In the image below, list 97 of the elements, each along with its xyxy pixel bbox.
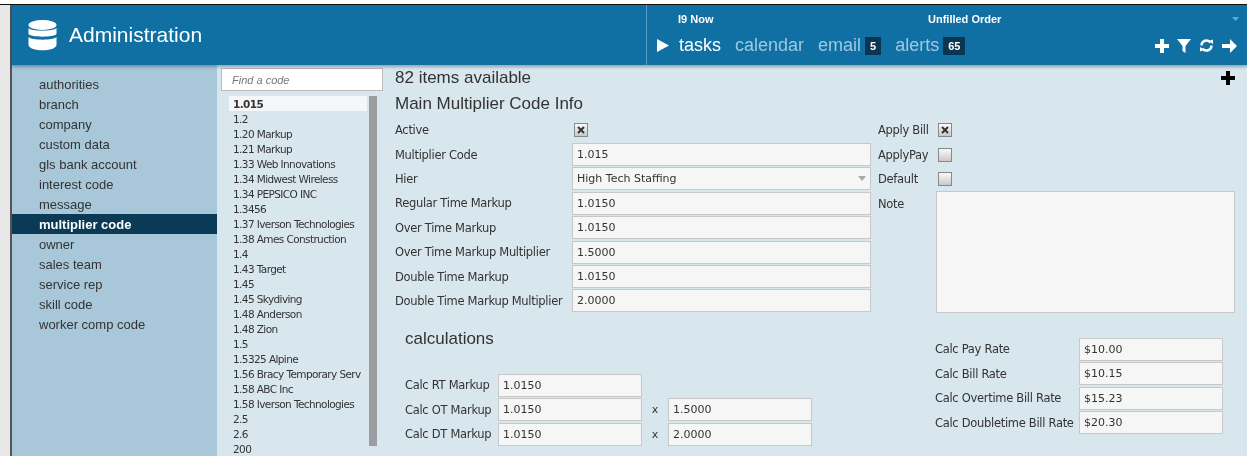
code-list-item[interactable]: 1.015 <box>229 96 367 111</box>
multiply-sign: x <box>650 403 660 417</box>
field-label: Calc Overtime Bill Rate <box>935 391 1063 406</box>
text-field[interactable]: 2.0000 <box>668 422 812 446</box>
refresh-icon[interactable] <box>1199 38 1214 53</box>
scrollbar[interactable] <box>369 96 377 446</box>
notification-link[interactable]: I9 Now <box>678 13 928 25</box>
field-label: Multiplier Code <box>395 147 479 162</box>
field-label: Apply Bill <box>878 123 930 138</box>
page-title: Administration <box>69 23 203 47</box>
code-list-item[interactable]: 1.58 ABC Inc <box>229 381 367 396</box>
sidebar-item[interactable]: owner <box>12 234 217 254</box>
field-label: Double Time Markup <box>395 269 510 284</box>
text-field[interactable]: $15.23 <box>1079 386 1223 410</box>
field-label: ApplyPay <box>878 147 930 162</box>
arrow-right-icon[interactable] <box>1222 38 1237 53</box>
text-field[interactable]: $20.30 <box>1079 411 1223 435</box>
code-list-item[interactable]: 1.45 <box>229 276 367 291</box>
text-field[interactable]: 1.5000 <box>572 240 871 264</box>
field-label: Calc Bill Rate <box>935 366 1008 381</box>
sidebar-item[interactable]: authorities <box>12 74 217 94</box>
field-label: Default <box>878 171 919 186</box>
sidebar-item[interactable]: custom data <box>12 134 217 154</box>
sidebar-item[interactable]: branch <box>12 94 217 114</box>
code-list-item[interactable]: 1.56 Bracy Temporary Serv <box>229 366 367 381</box>
sidebar-item[interactable]: company <box>12 114 217 134</box>
nav-tab[interactable]: tasks <box>679 35 721 56</box>
filter-icon[interactable] <box>1177 38 1191 53</box>
text-field[interactable]: 1.0150 <box>572 216 871 240</box>
code-list-item[interactable]: 1.33 Web Innovations <box>229 156 367 171</box>
field-label: Calc DT Markup <box>405 427 493 442</box>
search-field[interactable]: Find a code <box>221 68 383 91</box>
sidebar-item[interactable]: sales team <box>12 254 217 274</box>
sidebar-item[interactable]: skill code <box>12 294 217 314</box>
sidebar-item[interactable]: multiplier code <box>12 214 217 234</box>
code-list-item[interactable]: 1.58 Iverson Technologies <box>229 396 367 411</box>
field-label: Over Time Markup Multiplier <box>395 245 552 260</box>
text-field[interactable]: 1.0150 <box>498 373 642 397</box>
sidebar-item[interactable]: interest code <box>12 174 217 194</box>
code-list-item[interactable]: 1.37 Iverson Technologies <box>229 216 367 231</box>
code-list-item[interactable]: 2.5 <box>229 411 367 426</box>
field-label: Calc RT Markup <box>405 378 491 393</box>
code-list-item[interactable]: 1.34 PEPSICO INC <box>229 186 367 201</box>
code-list-item[interactable]: 1.2 <box>229 111 367 126</box>
text-field[interactable]: 1.0150 <box>572 191 871 215</box>
text-field[interactable]: 1.0150 <box>498 398 642 422</box>
text-field[interactable]: $10.15 <box>1079 362 1223 386</box>
code-list-item[interactable]: 1.5 <box>229 336 367 351</box>
field-label: Calc OT Markup <box>405 402 493 417</box>
text-field[interactable]: 1.0150 <box>498 422 642 446</box>
text-field[interactable]: 1.015 <box>572 143 871 167</box>
field-label: Calc Doubletime Bill Rate <box>935 415 1075 430</box>
note-field[interactable] <box>936 191 1235 314</box>
field-label: Active <box>395 123 430 138</box>
code-list-item[interactable]: 1.4 <box>229 246 367 261</box>
field-label: Calc Pay Rate <box>935 342 1011 357</box>
code-list-item[interactable]: 1.5325 Alpine <box>229 351 367 366</box>
code-list-item[interactable]: 1.45 Skydiving <box>229 291 367 306</box>
text-field[interactable]: $10.00 <box>1079 337 1223 361</box>
nav-tab[interactable]: alerts 65 <box>895 35 966 56</box>
database-icon <box>28 19 57 51</box>
field-label: Regular Time Markup <box>395 196 513 211</box>
code-list-item[interactable]: 1.48 Zion <box>229 321 367 336</box>
section-title: Main Multiplier Code Info <box>395 94 585 114</box>
multiply-sign: x <box>650 427 660 441</box>
code-list-item[interactable]: 1.48 Anderson <box>229 306 367 321</box>
sidebar-item[interactable]: gls bank account <box>12 154 217 174</box>
add-icon[interactable] <box>1221 71 1235 85</box>
item-count: 82 items available <box>395 68 532 88</box>
dropdown[interactable]: High Tech Staffing <box>572 167 871 191</box>
sidebar-item[interactable]: service rep <box>12 274 217 294</box>
code-list-item[interactable]: 1.3456 <box>229 201 367 216</box>
checkbox[interactable] <box>574 123 588 138</box>
section-title: calculations <box>405 329 495 350</box>
code-list-item[interactable]: 1.20 Markup <box>229 126 367 141</box>
code-list-item[interactable]: 1.34 Midwest Wireless <box>229 171 367 186</box>
field-label: Hier <box>395 171 419 186</box>
sidebar-item[interactable]: worker comp code <box>12 314 217 334</box>
code-list-item[interactable]: 1.21 Markup <box>229 141 367 156</box>
text-field[interactable]: 2.0000 <box>572 289 871 313</box>
sidebar-item[interactable]: message <box>12 194 217 214</box>
caret-icon <box>858 176 866 182</box>
code-list-item[interactable]: 1.43 Target <box>229 261 367 276</box>
field-label: Over Time Markup <box>395 220 497 235</box>
code-list-item[interactable]: 2.6 <box>229 426 367 441</box>
field-label: Double Time Markup Multiplier <box>395 293 564 308</box>
notification-link[interactable]: Unfilled Order <box>928 13 1002 25</box>
code-list-item[interactable]: 200 <box>229 441 367 456</box>
field-label: Note <box>878 196 906 214</box>
checkbox[interactable] <box>938 123 952 138</box>
checkbox[interactable] <box>938 171 952 186</box>
text-field[interactable]: 1.5000 <box>668 398 812 422</box>
text-field[interactable]: 1.0150 <box>572 265 871 289</box>
play-icon[interactable] <box>657 39 669 52</box>
nav-tab[interactable]: email 5 <box>818 35 882 56</box>
code-list-item[interactable]: 1.38 Ames Construction <box>229 231 367 246</box>
checkbox[interactable] <box>938 147 952 162</box>
